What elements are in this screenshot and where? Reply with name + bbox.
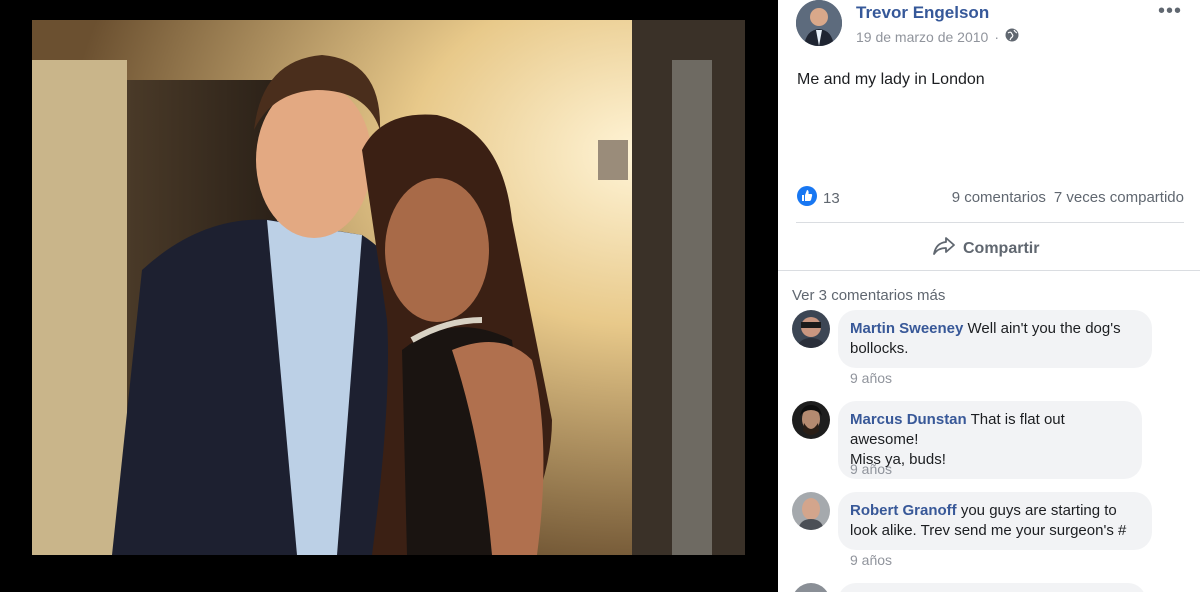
commenter-name[interactable]: Robert Granoff [850, 502, 957, 519]
reactions-summary[interactable]: 13 [797, 186, 840, 210]
view-more-comments-link[interactable]: Ver 3 comentarios más [792, 287, 945, 304]
reactions-count: 13 [823, 189, 840, 207]
post-text: Me and my lady in London [797, 71, 985, 88]
more-options-icon[interactable]: ••• [1158, 0, 1182, 23]
post-meta: 19 de marzo de 2010 · [856, 28, 1019, 45]
engagement-counts: 9 comentarios 7 veces compartido [952, 189, 1184, 206]
meta-separator: · [994, 28, 999, 45]
post-photo[interactable] [32, 20, 745, 555]
post-header: Trevor Engelson 19 de marzo de 2010 · ••… [796, 0, 1196, 50]
divider [778, 270, 1200, 271]
commenter-avatar[interactable] [792, 492, 830, 530]
comment-text: look alike. Trev send me your surgeon's … [850, 522, 1127, 539]
commenter-avatar[interactable] [792, 583, 830, 592]
comment-time[interactable]: 9 años [850, 370, 892, 386]
comment-text: bollocks. [850, 340, 909, 357]
comment-text: you guys are starting to [960, 502, 1117, 519]
author-name[interactable]: Trevor Engelson [856, 3, 989, 23]
globe-icon [1005, 28, 1019, 45]
photo-viewer [0, 0, 778, 592]
commenter-name[interactable]: Martin Sweeney [850, 320, 963, 337]
post-date[interactable]: 19 de marzo de 2010 [856, 29, 988, 45]
comment-bubble [838, 583, 1146, 592]
share-button[interactable]: Compartir [933, 236, 1039, 261]
shares-count[interactable]: 7 veces compartido [1054, 189, 1184, 206]
share-icon [933, 236, 955, 261]
divider [796, 222, 1184, 223]
comment-time[interactable]: 9 años [850, 461, 892, 477]
comment-text: Well ain't you the dog's [967, 320, 1121, 337]
author-avatar[interactable] [796, 0, 842, 46]
comments-count[interactable]: 9 comentarios [952, 189, 1046, 206]
comment-time[interactable]: 9 años [850, 552, 892, 568]
commenter-avatar[interactable] [792, 310, 830, 348]
commenter-avatar[interactable] [792, 401, 830, 439]
like-reaction-icon [797, 186, 817, 210]
post-sidebar: Trevor Engelson 19 de marzo de 2010 · ••… [778, 0, 1200, 592]
comment-bubble: Martin Sweeney Well ain't you the dog's … [838, 310, 1152, 368]
share-label: Compartir [963, 239, 1040, 257]
comment-bubble: Robert Granoff you guys are starting to … [838, 492, 1152, 550]
commenter-name[interactable]: Marcus Dunstan [850, 411, 967, 428]
